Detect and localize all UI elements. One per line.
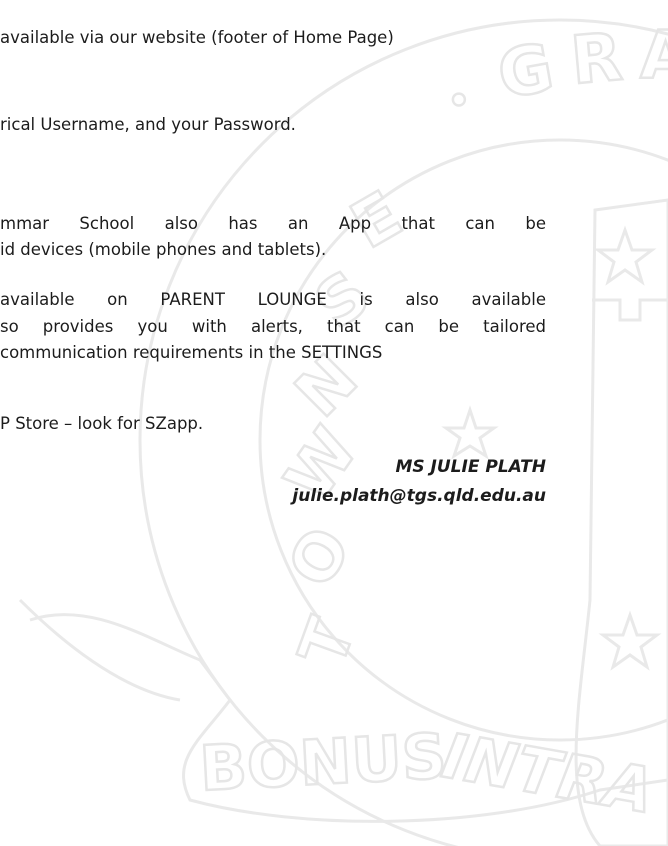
seal-letter: R: [568, 18, 625, 99]
body-text-line: available via our website (footer of Hom…: [0, 28, 394, 47]
body-text-line: rical Username, and your Password.: [0, 115, 296, 134]
star-icon: [593, 225, 657, 286]
seal-letter: •: [448, 81, 470, 121]
signature-name: MS JULIE PLATH: [395, 457, 546, 477]
body-text-line: available on PARENT LOUNGE is also avail…: [0, 290, 546, 309]
motto-word: INTRA: [437, 719, 659, 828]
body-text-line: communication requirements in the SETTIN…: [0, 343, 383, 362]
body-text-line: id devices (mobile phones and tablets).: [0, 240, 327, 259]
seal-letter: A: [640, 17, 668, 94]
castle-tower: [592, 298, 668, 322]
signature-email[interactable]: julie.plath@tgs.qld.edu.au: [292, 484, 546, 508]
seal-letter: G: [492, 29, 559, 114]
body-text-line: P Store – look for SZapp.: [0, 414, 204, 433]
star-icon: [441, 405, 499, 460]
body-text-line: so provides you with alerts, that can be…: [0, 317, 546, 336]
star-icon: [598, 610, 662, 671]
seal-letter: T: [286, 609, 371, 676]
body-text-line: mmar School also has an App that can be: [0, 214, 546, 233]
motto-word: BONUS: [198, 719, 448, 805]
seal-letter: O: [275, 516, 366, 600]
